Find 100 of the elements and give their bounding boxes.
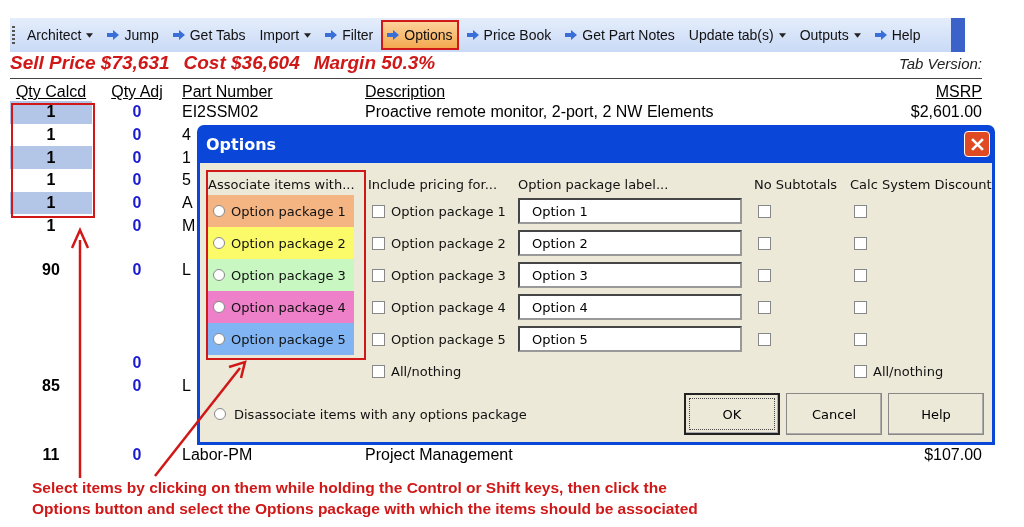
table-cell: 1 — [182, 148, 191, 166]
checkbox[interactable] — [758, 268, 771, 282]
column-header: Calc System Discount — [850, 176, 992, 192]
toolbar-button[interactable]: Update tab(s) — [682, 20, 792, 50]
table-cell: 4 — [182, 126, 191, 144]
table-cell: Project Management — [365, 445, 513, 463]
dialog-title: Options — [206, 134, 277, 154]
checkbox[interactable] — [372, 268, 385, 282]
checkbox[interactable] — [758, 332, 771, 346]
sell-price: Sell Price $73,631 — [10, 52, 170, 74]
radio-button[interactable] — [213, 269, 225, 281]
column-header: Description — [365, 83, 447, 101]
table-cell: L — [182, 261, 191, 279]
label-input-field[interactable]: Option 1 — [518, 198, 742, 224]
table-cell-text: 0 — [131, 103, 143, 122]
checkbox[interactable] — [758, 300, 771, 314]
toolbar-button[interactable]: Architect — [21, 20, 100, 50]
label-input-field[interactable]: Option 5 — [518, 326, 742, 352]
table-cell: $107.00 — [924, 445, 982, 463]
table-cell: A — [182, 194, 193, 212]
table-cell-text: 0 — [131, 171, 143, 190]
arrow-icon — [325, 30, 338, 40]
column-header: No Subtotals — [754, 176, 839, 192]
checkbox[interactable] — [372, 332, 385, 346]
margin: Margin 50.3% — [313, 52, 436, 74]
dialog-button[interactable]: Cancel — [786, 393, 882, 435]
checkbox[interactable] — [854, 364, 867, 378]
toolbar-button[interactable]: Import — [253, 20, 318, 50]
close-button[interactable] — [964, 131, 990, 157]
column-header: Option package label... — [518, 176, 670, 192]
toolbar-button[interactable]: Help — [868, 20, 927, 50]
table-cell-text: 0 — [131, 126, 143, 145]
toolbar-button[interactable]: Price Book — [460, 20, 558, 50]
checkbox[interactable] — [372, 300, 385, 314]
toolbar-button[interactable]: Jump — [101, 20, 165, 50]
caret-icon — [778, 32, 786, 38]
label-input-field[interactable]: Option 2 — [518, 230, 742, 256]
arrow-icon — [107, 30, 120, 40]
radio-button[interactable] — [214, 408, 226, 420]
checkbox[interactable] — [854, 268, 867, 282]
column-header: Associate items with... — [208, 176, 356, 192]
close-icon — [970, 137, 984, 151]
radio-option[interactable]: Option package 1 — [208, 195, 354, 227]
radio-option[interactable]: Option package 3 — [208, 259, 354, 291]
column-header: Qty Adj — [110, 83, 164, 101]
checkbox[interactable] — [854, 204, 867, 218]
grip-icon — [12, 26, 15, 44]
table-cell-text: 1 — [45, 170, 57, 191]
checkbox[interactable] — [372, 236, 385, 250]
arrow-icon — [466, 30, 479, 40]
radio-option[interactable]: Option package 2 — [208, 227, 354, 259]
table-cell: Labor-PM — [182, 445, 253, 463]
checkbox-label: Option package 3 — [391, 267, 506, 283]
table-cell-text: 0 — [131, 354, 143, 373]
table-cell-text: 90 — [41, 260, 61, 281]
checkbox-label: Option package 5 — [391, 331, 506, 347]
annotation-text: Select items by clicking on them while holding the Control or Shift keys, then click the Options button and select the Options package with which the items should be associated — [32, 478, 699, 519]
checkbox[interactable] — [758, 204, 771, 218]
radio-button[interactable] — [213, 333, 225, 345]
column-header: Qty Calcd — [14, 83, 88, 101]
dialog-button[interactable]: Help — [888, 393, 984, 435]
toolbar-button[interactable]: Get Part Notes — [559, 20, 681, 50]
toolbar-button[interactable]: Get Tabs — [166, 20, 252, 50]
checkbox[interactable] — [854, 332, 867, 346]
label-input-field[interactable]: Option 3 — [518, 262, 742, 288]
caret-icon — [853, 32, 861, 38]
table-cell-text: 11 — [41, 444, 61, 465]
table-cell: L — [182, 376, 191, 394]
radio-button[interactable] — [213, 237, 225, 249]
table-cell-text: 0 — [131, 261, 143, 280]
checkbox[interactable] — [758, 236, 771, 250]
toolbar-button[interactable]: Options — [381, 20, 459, 50]
label-input-field[interactable]: Option 4 — [518, 294, 742, 320]
toolbar-button[interactable]: Filter — [319, 20, 380, 50]
tab-version-label: Tab Version: — [898, 55, 982, 72]
table-cell: 5 — [182, 171, 191, 189]
table-cell-text: 0 — [131, 445, 143, 464]
toolbar-button[interactable]: Outputs — [793, 20, 867, 50]
checkbox-label: Option package 4 — [391, 299, 506, 315]
table-cell-text: 0 — [131, 376, 143, 395]
radio-button[interactable] — [213, 301, 225, 313]
checkbox-label: Option package 1 — [391, 203, 506, 219]
table-cell-text: 0 — [131, 194, 143, 213]
table-cell-text: 1 — [45, 215, 57, 236]
radio-option[interactable]: Option package 5 — [208, 323, 354, 355]
radio-option[interactable]: Option package 4 — [208, 291, 354, 323]
checkbox[interactable] — [372, 364, 385, 378]
table-cell: Proactive remote monitor, 2-port, 2 NW Elements — [365, 103, 714, 121]
checkbox[interactable] — [854, 300, 867, 314]
caret-icon — [304, 32, 312, 38]
table-cell: M — [182, 216, 196, 234]
checkbox[interactable] — [372, 204, 385, 218]
dialog-button[interactable]: OK — [684, 393, 780, 435]
arrow-icon — [172, 30, 185, 40]
arrow-icon — [387, 30, 400, 40]
table-cell-text: 1 — [45, 125, 57, 146]
table-cell: EI2SSM02 — [182, 103, 259, 121]
table-cell: 1 — [10, 191, 92, 215]
radio-button[interactable] — [213, 205, 225, 217]
checkbox[interactable] — [854, 236, 867, 250]
